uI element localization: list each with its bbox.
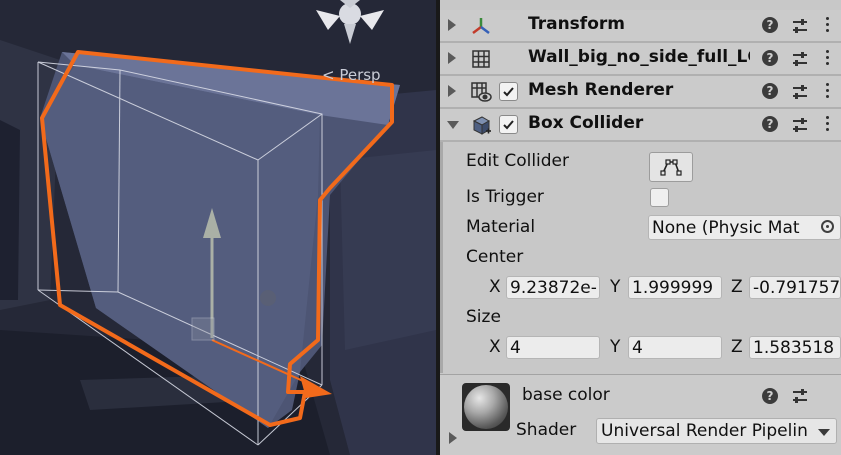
- mesh-renderer-enabled-checkbox[interactable]: [499, 82, 518, 101]
- help-icon[interactable]: ?: [762, 388, 778, 404]
- kebab-menu-icon[interactable]: [825, 116, 831, 134]
- size-z-field[interactable]: 1.583518: [749, 336, 841, 359]
- help-icon[interactable]: ?: [762, 17, 778, 33]
- is-trigger-checkbox[interactable]: [650, 188, 669, 207]
- material-label: Material: [466, 217, 536, 237]
- presets-icon[interactable]: [791, 17, 809, 35]
- help-icon[interactable]: ?: [762, 83, 778, 99]
- presets-icon[interactable]: [791, 116, 809, 134]
- material-name: base color: [522, 385, 610, 405]
- chevron-down-icon: [818, 429, 830, 436]
- size-x-field[interactable]: 4: [506, 336, 600, 359]
- camera-perspective-label[interactable]: < Persp: [322, 66, 381, 84]
- material-object-field[interactable]: None (Physic Mat: [648, 215, 841, 240]
- component-header-box-collider[interactable]: Box Collider ?: [440, 109, 841, 142]
- scene-view[interactable]: < Persp: [0, 0, 436, 455]
- edit-collider-icon: [660, 159, 682, 176]
- box-collider-enabled-checkbox[interactable]: [499, 115, 518, 134]
- foldout-arrow-icon[interactable]: [448, 85, 456, 97]
- gizmo-z-handle[interactable]: [260, 290, 276, 306]
- material-preview-sphere-icon[interactable]: [462, 383, 510, 431]
- is-trigger-label: Is Trigger: [466, 187, 544, 207]
- shader-dropdown[interactable]: Universal Render Pipelin: [596, 418, 837, 444]
- size-y-field[interactable]: 4: [628, 336, 722, 359]
- shader-label: Shader: [516, 420, 577, 440]
- shader-dropdown-value: Universal Render Pipelin: [601, 421, 808, 441]
- kebab-menu-icon[interactable]: [825, 83, 831, 101]
- checkmark-icon: [503, 87, 514, 97]
- component-header-mesh-filter[interactable]: Wall_big_no_side_full_LC ?: [440, 43, 841, 76]
- foldout-arrow-icon[interactable]: [448, 52, 456, 64]
- mesh-filter-icon: [470, 48, 492, 70]
- help-icon[interactable]: ?: [762, 50, 778, 66]
- center-x-axis-label[interactable]: X: [489, 277, 501, 297]
- center-label: Center: [466, 247, 524, 267]
- foldout-arrow-icon[interactable]: [448, 19, 456, 31]
- material-foldout-arrow-icon[interactable]: [449, 432, 457, 444]
- component-title-mesh-filter: Wall_big_no_side_full_LC: [528, 47, 750, 67]
- edit-collider-label: Edit Collider: [466, 151, 570, 171]
- center-y-field[interactable]: 1.999999: [628, 276, 722, 299]
- material-section: base color ? Shader Universal Render Pip…: [440, 374, 841, 455]
- kebab-menu-icon[interactable]: [825, 50, 831, 68]
- component-title-box-collider: Box Collider: [528, 113, 644, 133]
- component-title-mesh-renderer: Mesh Renderer: [528, 80, 674, 100]
- center-y-axis-label[interactable]: Y: [610, 277, 620, 297]
- component-title-transform: Transform: [528, 14, 625, 34]
- inspector-panel: Transform ? Wall_big_no_side_full_LC ? M…: [440, 0, 841, 455]
- center-x-field[interactable]: 9.23872e-: [506, 276, 600, 299]
- material-field-value: None (Physic Mat: [652, 218, 800, 238]
- center-z-axis-label[interactable]: Z: [731, 277, 743, 297]
- presets-icon[interactable]: [791, 83, 809, 101]
- mesh-renderer-icon: [470, 81, 492, 103]
- size-y-axis-label[interactable]: Y: [610, 337, 620, 357]
- size-x-axis-label[interactable]: X: [489, 337, 501, 357]
- component-header-transform[interactable]: Transform ?: [440, 10, 841, 43]
- size-label: Size: [466, 307, 501, 327]
- checkmark-icon: [503, 120, 514, 130]
- kebab-menu-icon[interactable]: [825, 17, 831, 35]
- presets-icon[interactable]: [791, 387, 809, 405]
- presets-icon[interactable]: [791, 50, 809, 68]
- background-shadow-left: [0, 120, 20, 300]
- gizmo-center-handle[interactable]: [191, 317, 215, 341]
- component-header-mesh-renderer[interactable]: Mesh Renderer ?: [440, 76, 841, 109]
- help-icon[interactable]: ?: [762, 116, 778, 132]
- size-z-axis-label[interactable]: Z: [731, 337, 743, 357]
- center-z-field[interactable]: -0.791757: [749, 276, 841, 299]
- foldout-arrow-icon[interactable]: [447, 121, 459, 129]
- box-collider-icon: [470, 114, 492, 136]
- background-panel-right: [340, 150, 436, 350]
- edit-collider-button[interactable]: [649, 152, 693, 182]
- object-picker-icon[interactable]: [821, 220, 834, 233]
- transform-icon: [470, 15, 492, 37]
